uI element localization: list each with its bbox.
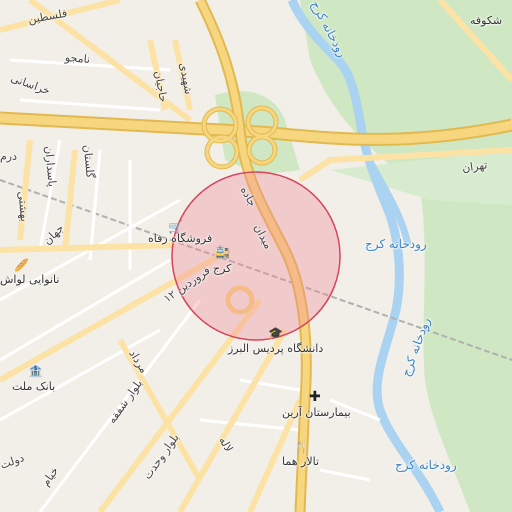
bakery-icon[interactable]: 🥖 [14, 259, 29, 271]
label-karaj[interactable]: کرج [213, 262, 231, 275]
label-road-dar: درم [0, 150, 18, 163]
hospital-cross-icon[interactable]: ✚ [309, 390, 321, 404]
label-river-bottom: رودخانه کرج [395, 458, 457, 472]
label-shokoofeh[interactable]: شکوفه [470, 14, 502, 27]
label-road-beheshti: بهشتی [15, 190, 32, 223]
label-road-namjoo: نامجو [64, 50, 91, 67]
label-refah-store[interactable]: فروشگاه رفاه [148, 232, 212, 245]
label-arian-hospital[interactable]: بیمارستان آرین [282, 406, 351, 419]
label-homa-hall[interactable]: تالار هما [282, 455, 319, 468]
map-base [0, 0, 512, 512]
bank-icon[interactable]: 🏦 [28, 365, 43, 377]
label-river-mid: رودخانه کرج [365, 237, 427, 251]
map-canvas[interactable]: 🛒 🚉 🎓 ✚ 🍴 🏦 🥖 فروشگاه رفاه کرج دانشگاه پ… [0, 0, 512, 512]
label-mellat-bank[interactable]: بانک ملت [12, 380, 55, 393]
label-alborz-campus[interactable]: دانشگاه پردیس البرز [228, 342, 323, 355]
graduation-cap-icon[interactable]: 🎓 [268, 327, 283, 339]
fork-knife-icon[interactable]: 🍴 [294, 441, 309, 453]
label-bakery[interactable]: نانوایی لواش [0, 273, 59, 286]
train-icon[interactable]: 🚉 [215, 246, 230, 258]
label-road-golestan: گلستان [80, 144, 97, 179]
